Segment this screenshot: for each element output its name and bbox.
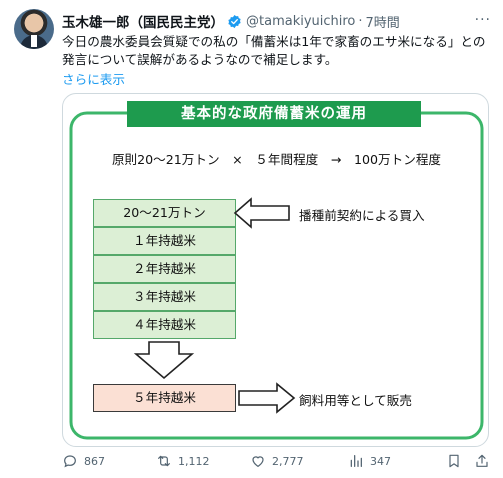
tweet-text-line-1: 今日の農水委員会質疑での私の「備蓄米は1年で家畜のエサ米になる」との: [62, 34, 486, 49]
separator-dot: ·: [358, 13, 363, 29]
avatar[interactable]: [14, 9, 54, 49]
tweet: 玉木雄一郎（国民民主党） @tamakiyuichiro · 7時間 ··· 今…: [0, 0, 503, 478]
author-handle[interactable]: @tamakiyuichiro: [246, 14, 355, 29]
down-arrow-icon: [133, 341, 195, 380]
stock-row-4yr: ４年持越米: [93, 311, 236, 339]
sell-label: 飼料用等として販売: [299, 393, 412, 408]
repost-icon: [158, 455, 170, 467]
buy-arrow-icon: [233, 197, 290, 229]
more-options-icon[interactable]: ···: [475, 12, 491, 28]
share-icon: [476, 454, 488, 467]
show-more-link[interactable]: さらに表示: [62, 69, 125, 88]
stock-row-current: 20～21万トン: [93, 199, 236, 227]
bookmark-button[interactable]: [446, 453, 462, 469]
views-button[interactable]: 347: [348, 453, 391, 469]
views-chart-icon: [350, 455, 362, 467]
tweet-text-line-2: 発言について誤解があるようなので補足します。: [62, 52, 338, 67]
buy-label: 播種前契約による買入: [299, 208, 425, 223]
like-icon: [252, 456, 264, 468]
like-button[interactable]: 2,777: [250, 453, 304, 469]
reply-count: 867: [84, 454, 105, 468]
repost-count: 1,112: [178, 454, 210, 468]
figure-title: 基本的な政府備蓄米の運用: [127, 101, 421, 127]
stock-row-2yr: ２年持越米: [93, 255, 236, 283]
stock-row-3yr: ３年持越米: [93, 283, 236, 311]
repost-button[interactable]: 1,112: [156, 453, 210, 469]
tweet-text: 今日の農水委員会質疑での私の「備蓄米は1年で家畜のエサ米になる」との 発言につい…: [62, 33, 492, 69]
stock-row-5yr: ５年持越米: [93, 384, 236, 412]
verified-badge-icon[interactable]: [227, 14, 242, 29]
reply-button[interactable]: 867: [62, 453, 105, 469]
author-name[interactable]: 玉木雄一郎（国民民主党）: [62, 11, 224, 31]
views-count: 347: [370, 454, 391, 468]
sell-arrow-icon: [238, 382, 296, 414]
share-button[interactable]: [474, 453, 490, 469]
attached-image[interactable]: 基本的な政府備蓄米の運用 原則20～21万トン × ５年間程度 → 100万トン…: [62, 93, 489, 447]
like-count: 2,777: [272, 454, 304, 468]
action-bar: 867 1,112 2,777 347: [62, 453, 492, 471]
avatar-shirt: [31, 35, 37, 47]
tweet-header: 玉木雄一郎（国民民主党） @tamakiyuichiro · 7時間: [62, 11, 400, 32]
bookmark-icon: [449, 454, 459, 468]
post-time[interactable]: 7時間: [366, 12, 400, 31]
reply-icon: [64, 455, 76, 468]
stock-row-1yr: １年持越米: [93, 227, 236, 255]
figure-rule-text: 原則20～21万トン × ５年間程度 → 100万トン程度: [111, 152, 442, 167]
